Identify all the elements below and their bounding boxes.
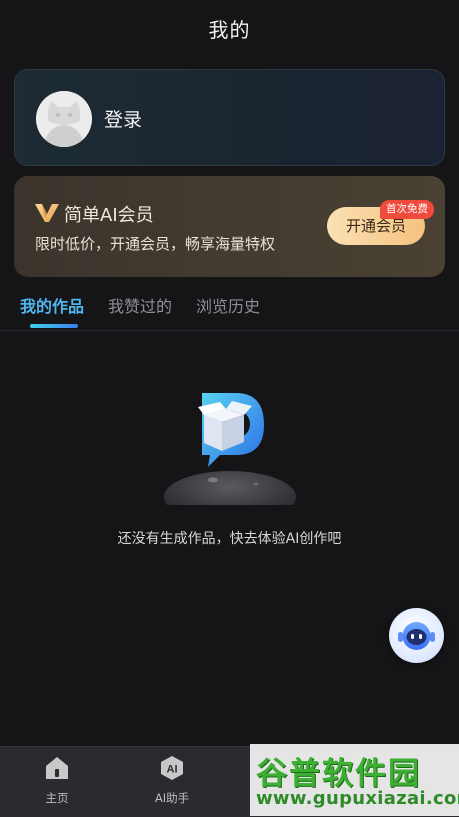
content-tabs: 我的作品 我赞过的 浏览历史 xyxy=(0,293,459,331)
vip-card[interactable]: 简单AI会员 限时低价，开通会员，畅享海量特权 开通会员 首次免费 xyxy=(14,176,445,277)
login-card[interactable]: 登录 xyxy=(14,69,445,166)
nav-home[interactable]: 主页 xyxy=(7,747,107,817)
empty-state-text: 还没有生成作品，快去体验AI创作吧 xyxy=(117,531,342,547)
login-link[interactable]: 登录 xyxy=(104,105,142,132)
vip-logo-icon xyxy=(35,204,59,222)
vip-title: 简单AI会员 xyxy=(64,205,154,226)
assistant-fab[interactable] xyxy=(389,608,444,663)
watermark-url: www.gupuxiazai.com xyxy=(256,788,459,809)
watermark-title: 谷普软件园 xyxy=(256,756,421,792)
tab-liked[interactable]: 我赞过的 xyxy=(108,293,172,317)
tabs-divider xyxy=(0,330,459,331)
robot-face-icon xyxy=(398,622,435,650)
tab-history[interactable]: 浏览历史 xyxy=(196,293,260,317)
vip-description: 限时低价，开通会员，畅享海量特权 xyxy=(35,235,276,253)
svg-text:AI: AI xyxy=(167,764,178,776)
tab-active-indicator xyxy=(30,324,78,328)
empty-box-illustration xyxy=(164,393,296,505)
nav-ai-assistant[interactable]: AI AI助手 xyxy=(122,747,222,817)
home-icon xyxy=(46,757,68,779)
page-title: 我的 xyxy=(208,18,251,42)
avatar[interactable] xyxy=(36,91,92,147)
nav-home-label: 主页 xyxy=(45,791,69,805)
free-trial-badge: 首次免费 xyxy=(380,200,434,219)
ai-badge-icon: AI xyxy=(161,756,183,780)
nav-ai-label: AI助手 xyxy=(154,791,190,805)
tab-my-works[interactable]: 我的作品 xyxy=(20,293,84,317)
watermark-logo: 谷普软件园 www.gupuxiazai.com xyxy=(250,744,459,816)
